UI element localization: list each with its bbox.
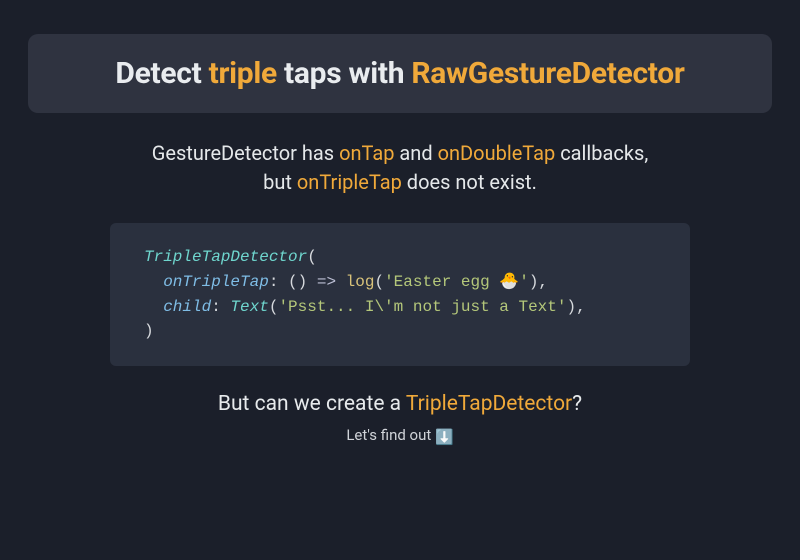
code-p2-name: child	[163, 298, 211, 316]
code-close: )	[144, 322, 154, 340]
q-post: ?	[572, 392, 582, 416]
code-p1-str: 'Easter egg 🐣'	[384, 273, 529, 291]
code-open: (	[307, 248, 317, 266]
code-p2-str: 'Psst... I\'m not just a Text'	[278, 298, 566, 316]
subheading: GestureDetector has onTap and onDoubleTa…	[0, 139, 800, 197]
q-hl: TripleTapDetector	[406, 392, 572, 416]
sub-l1-pre: GestureDetector has	[152, 141, 339, 165]
title-card: Detect triple taps with RawGestureDetect…	[28, 34, 772, 113]
title-mid: taps with	[277, 56, 411, 91]
sub-l1-hl1: onTap	[339, 141, 394, 165]
code-snippet: TripleTapDetector( onTripleTap: () => lo…	[110, 223, 690, 366]
sub-l2-hl: onTripleTap	[297, 170, 402, 194]
down-arrow-icon: ⬇️	[435, 428, 454, 446]
code-p1-name: onTripleTap	[163, 273, 269, 291]
sub-l1-post: callbacks,	[555, 141, 648, 165]
question-text: But can we create a TripleTapDetector?	[0, 392, 800, 416]
findout-text: Let's find out	[346, 426, 435, 444]
sub-l1-mid: and	[394, 141, 437, 165]
title-highlight-2: RawGestureDetector	[411, 56, 684, 91]
code-p2-type: Text	[230, 298, 268, 316]
title-pre: Detect	[115, 56, 208, 91]
sub-l2-post: does not exist.	[402, 170, 537, 194]
page-title: Detect triple taps with RawGestureDetect…	[48, 56, 752, 91]
sub-l2-pre: but	[263, 170, 297, 194]
code-type: TripleTapDetector	[144, 248, 307, 266]
title-highlight-1: triple	[209, 56, 277, 91]
q-pre: But can we create a	[218, 392, 406, 416]
find-out-text: Let's find out ⬇️	[0, 426, 800, 446]
code-p1-fn: log	[346, 273, 375, 291]
sub-l1-hl2: onDoubleTap	[438, 141, 556, 165]
